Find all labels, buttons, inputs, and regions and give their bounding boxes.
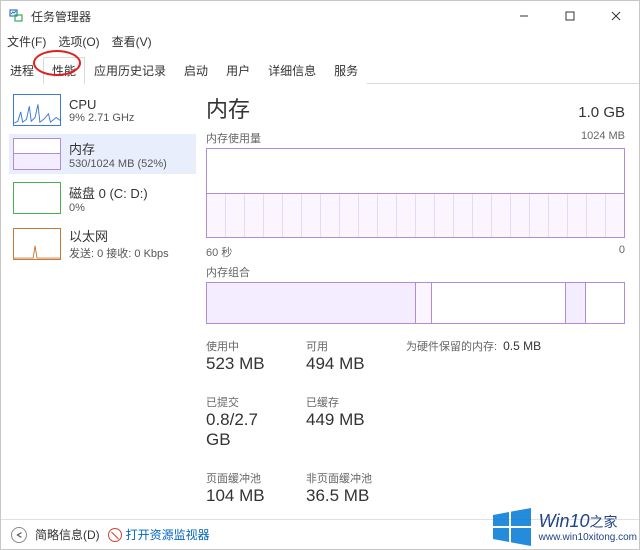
open-resmon-label: 打开资源监视器 (126, 526, 210, 543)
memory-sparkline-icon (13, 138, 61, 170)
stat-nonpaged-label: 非页面缓冲池 (306, 470, 372, 486)
sidebar-cpu-sub: 9% 2.71 GHz (69, 112, 134, 124)
tab-app-history[interactable]: 应用历史记录 (85, 57, 175, 84)
menu-view[interactable]: 查看(V) (112, 33, 152, 50)
sidebar-disk-sub: 0% (69, 202, 148, 214)
stat-hwreserved-value: 0.5 MB (503, 339, 541, 353)
menu-file[interactable]: 文件(F) (7, 33, 46, 50)
close-button[interactable] (593, 1, 639, 31)
menu-options[interactable]: 选项(O) (58, 33, 99, 50)
fewer-details-label[interactable]: 简略信息(D) (35, 526, 100, 543)
stat-paged-value: 104 MB (206, 486, 286, 506)
time-axis-right: 0 (619, 244, 625, 260)
stat-available-value: 494 MB (306, 354, 386, 374)
sidebar-ethernet-sub: 发送: 0 接收: 0 Kbps (69, 245, 169, 261)
sidebar: CPU 9% 2.71 GHz 内存 530/1024 MB (52%) 磁盘 … (1, 84, 196, 519)
sidebar-memory-title: 内存 (69, 139, 167, 158)
usage-chart-scale: 1024 MB (581, 130, 625, 146)
stat-inuse-label: 使用中 (206, 338, 286, 354)
disk-sparkline-icon (13, 182, 61, 214)
footer-bar: 简略信息(D) 打开资源监视器 (1, 519, 639, 549)
tab-startup[interactable]: 启动 (175, 57, 217, 84)
panel-heading: 内存 (206, 92, 250, 124)
sidebar-memory-sub: 530/1024 MB (52%) (69, 158, 167, 170)
stat-cached-label: 已缓存 (306, 394, 365, 410)
stat-cached-value: 449 MB (306, 410, 365, 430)
stat-hwreserved-label: 为硬件保留的内存: (406, 338, 497, 354)
memory-capacity: 1.0 GB (578, 104, 625, 121)
stat-committed-label: 已提交 (206, 394, 286, 410)
title-bar: 任务管理器 (1, 1, 639, 31)
stat-paged-label: 页面缓冲池 (206, 470, 286, 486)
stat-nonpaged-value: 36.5 MB (306, 486, 372, 506)
window-title: 任务管理器 (31, 8, 91, 25)
fewer-details-toggle[interactable] (11, 527, 27, 543)
menu-bar: 文件(F) 选项(O) 查看(V) (1, 31, 639, 52)
tab-processes[interactable]: 进程 (1, 57, 43, 84)
open-resource-monitor-link[interactable]: 打开资源监视器 (108, 526, 210, 543)
sidebar-item-ethernet[interactable]: 以太网 发送: 0 接收: 0 Kbps (9, 222, 196, 265)
sidebar-cpu-title: CPU (69, 97, 134, 112)
content-area: CPU 9% 2.71 GHz 内存 530/1024 MB (52%) 磁盘 … (1, 84, 639, 519)
composition-chart-label: 内存组合 (206, 264, 250, 280)
usage-chart-label: 内存使用量 (206, 130, 261, 146)
tab-users[interactable]: 用户 (217, 57, 259, 84)
minimize-button[interactable] (501, 1, 547, 31)
sidebar-item-cpu[interactable]: CPU 9% 2.71 GHz (9, 90, 196, 130)
cpu-sparkline-icon (13, 94, 61, 126)
blocked-icon (108, 528, 122, 542)
sidebar-item-memory[interactable]: 内存 530/1024 MB (52%) (9, 134, 196, 174)
memory-usage-chart (206, 148, 625, 238)
memory-composition-chart (206, 282, 625, 324)
stat-inuse-value: 523 MB (206, 354, 286, 374)
app-icon (9, 8, 25, 24)
stat-committed-value: 0.8/2.7 GB (206, 410, 286, 450)
sidebar-item-disk[interactable]: 磁盘 0 (C: D:) 0% (9, 178, 196, 218)
time-axis-left: 60 秒 (206, 244, 232, 260)
ethernet-sparkline-icon (13, 228, 61, 260)
sidebar-ethernet-title: 以太网 (69, 226, 169, 245)
tab-performance[interactable]: 性能 (43, 57, 85, 84)
tab-services[interactable]: 服务 (325, 57, 367, 84)
stat-available-label: 可用 (306, 338, 386, 354)
maximize-button[interactable] (547, 1, 593, 31)
sidebar-disk-title: 磁盘 0 (C: D:) (69, 183, 148, 202)
detail-panel: 内存 1.0 GB 内存使用量 1024 MB 60 秒 0 内存组合 使用中 … (196, 84, 639, 519)
tab-details[interactable]: 详细信息 (259, 57, 325, 84)
tab-bar: 进程 性能 应用历史记录 启动 用户 详细信息 服务 (1, 56, 639, 84)
